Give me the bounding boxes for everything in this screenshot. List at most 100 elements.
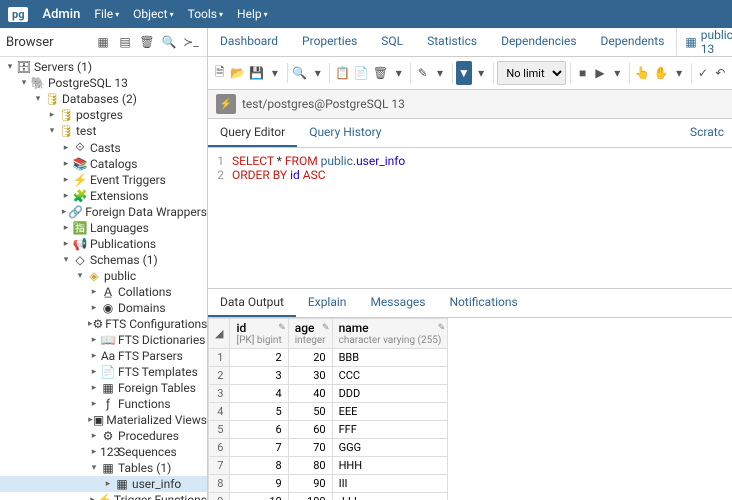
tab-explain[interactable]: Explain [296, 289, 359, 317]
tab-properties[interactable]: Properties [290, 28, 369, 56]
new-file-icon[interactable]: 🗎 [212, 61, 227, 85]
tree-functions[interactable]: ▸ƒFunctions [0, 396, 207, 412]
cell[interactable]: III [332, 475, 448, 493]
tab-notifications[interactable]: Notifications [438, 289, 530, 317]
cell[interactable]: 100 [288, 493, 332, 500]
cell[interactable]: 10 [230, 493, 288, 500]
expand-icon[interactable]: ▸ [60, 159, 72, 169]
expand-icon[interactable]: ▸ [46, 110, 58, 120]
tree-mat-views[interactable]: ▸▣Materialized Views [0, 412, 207, 428]
filter-icon[interactable]: ▼ [456, 61, 471, 85]
expand-icon[interactable]: ▸ [88, 367, 100, 377]
expand-icon[interactable]: ▸ [60, 191, 72, 201]
tree-domains[interactable]: ▸◉Domains [0, 300, 207, 316]
cell[interactable]: EEE [332, 403, 448, 421]
tab-dashboard[interactable]: Dashboard [208, 28, 290, 56]
expand-icon[interactable]: ▸ [88, 431, 100, 441]
tab-query-history[interactable]: Query History [297, 119, 393, 147]
tree-foreign-tables[interactable]: ▸▦Foreign Tables [0, 380, 207, 396]
tree-schemas[interactable]: ▾◇Schemas (1) [0, 252, 207, 268]
open-file-icon[interactable]: 📂 [229, 61, 246, 85]
tree-server[interactable]: ▾🐘PostgreSQL 13 [0, 75, 207, 91]
expand-icon[interactable]: ▸ [88, 335, 100, 345]
expand-icon[interactable]: ▸ [60, 207, 68, 217]
tree-collations[interactable]: ▸A̲Collations [0, 284, 207, 300]
tree-fdw[interactable]: ▸🔗Foreign Data Wrappers [0, 204, 207, 220]
expand-icon[interactable]: ▸ [88, 303, 100, 313]
search-icon[interactable]: 🔍 [291, 61, 308, 85]
limit-select[interactable]: No limit [497, 61, 566, 85]
cell[interactable]: CCC [332, 367, 448, 385]
tree-casts[interactable]: ▸⟐Casts [0, 139, 207, 156]
chevron-down-icon[interactable]: ▾ [310, 61, 325, 85]
cell[interactable]: 30 [288, 367, 332, 385]
tab-scratch-pad[interactable]: Scratc [682, 119, 732, 147]
tab-icon[interactable]: ▦ [93, 32, 113, 52]
expand-icon[interactable]: ▸ [88, 399, 100, 409]
tree-languages[interactable]: ▸🈯Languages [0, 220, 207, 236]
cell[interactable]: 2 [230, 349, 288, 367]
expand-icon[interactable]: ▸ [102, 479, 114, 489]
table-row[interactable]: 3440DDD [209, 385, 448, 403]
cell[interactable]: 4 [230, 385, 288, 403]
tree-event-triggers[interactable]: ▸⚡Event Triggers [0, 172, 207, 188]
expand-icon[interactable]: ▸ [60, 239, 72, 249]
cell[interactable]: 60 [288, 421, 332, 439]
cell[interactable]: 20 [288, 349, 332, 367]
tab-data-output[interactable]: Data Output [208, 289, 296, 317]
rollback-icon[interactable]: ↶ [713, 61, 728, 85]
cell[interactable]: 90 [288, 475, 332, 493]
cell[interactable]: 80 [288, 457, 332, 475]
collapse-icon[interactable]: ▾ [4, 62, 16, 72]
tree-publications[interactable]: ▸📢Publications [0, 236, 207, 252]
edit-icon[interactable]: ✎ [415, 61, 430, 85]
collapse-icon[interactable]: ▾ [18, 78, 30, 88]
cell[interactable]: 40 [288, 385, 332, 403]
play-icon[interactable]: ▶ [592, 61, 607, 85]
paste-icon[interactable]: 📄 [353, 61, 370, 85]
chevron-down-icon[interactable]: ▾ [671, 61, 686, 85]
table-row[interactable]: 7880HHH [209, 457, 448, 475]
chevron-down-icon[interactable]: ▾ [432, 61, 447, 85]
menu-help[interactable]: Help▾ [237, 7, 268, 21]
tree-fts-templates[interactable]: ▸📄FTS Templates [0, 364, 207, 380]
commit-icon[interactable]: ✓ [695, 61, 710, 85]
clear-icon[interactable]: 🗑 [372, 61, 389, 85]
expand-icon[interactable]: ▸ [60, 223, 72, 233]
expand-icon[interactable]: ▸ [88, 351, 100, 361]
column-header[interactable]: id[PK] bigint✎ [230, 319, 288, 349]
collapse-icon[interactable]: ▾ [88, 463, 100, 473]
table-row[interactable]: 4550EEE [209, 403, 448, 421]
save-icon[interactable]: 💾 [248, 61, 265, 85]
menu-object[interactable]: Object▾ [133, 7, 173, 21]
explain-icon[interactable]: 👆 [634, 61, 651, 85]
tree-procedures[interactable]: ▸⚙Procedures [0, 428, 207, 444]
tab-sql[interactable]: SQL [369, 28, 415, 56]
cell[interactable]: GGG [332, 439, 448, 457]
tree-db-test[interactable]: ▾🛢test [0, 123, 207, 139]
tree-databases[interactable]: ▾🛢Databases (2) [0, 91, 207, 107]
tree-fts-conf[interactable]: ▸⚙FTS Configurations [0, 316, 207, 332]
tree-sequences[interactable]: ▸123Sequences [0, 444, 207, 460]
cell[interactable]: HHH [332, 457, 448, 475]
stop-icon[interactable]: ■ [575, 61, 590, 85]
edit-icon[interactable]: ✎ [438, 323, 446, 333]
tree-db-postgres[interactable]: ▸🛢postgres [0, 107, 207, 123]
tree-public[interactable]: ▾◈public [0, 268, 207, 284]
tab-dependents[interactable]: Dependents [589, 28, 677, 56]
terminal-icon[interactable]: ≻_ [181, 32, 201, 52]
trash-icon[interactable]: 🗑 [137, 32, 157, 52]
cell[interactable]: 70 [288, 439, 332, 457]
tab-statistics[interactable]: Statistics [415, 28, 489, 56]
cell[interactable]: 3 [230, 367, 288, 385]
expand-icon[interactable]: ▸ [88, 287, 100, 297]
table-row[interactable]: 910100JJJ [209, 493, 448, 500]
edit-icon[interactable]: ✎ [322, 323, 330, 333]
grid-icon[interactable]: ▤ [115, 32, 135, 52]
table-row[interactable]: 5660FFF [209, 421, 448, 439]
search-icon[interactable]: 🔍 [159, 32, 179, 52]
column-header[interactable]: namecharacter varying (255)✎ [332, 319, 448, 349]
table-row[interactable]: 8990III [209, 475, 448, 493]
cell[interactable]: FFF [332, 421, 448, 439]
cell[interactable]: 7 [230, 439, 288, 457]
